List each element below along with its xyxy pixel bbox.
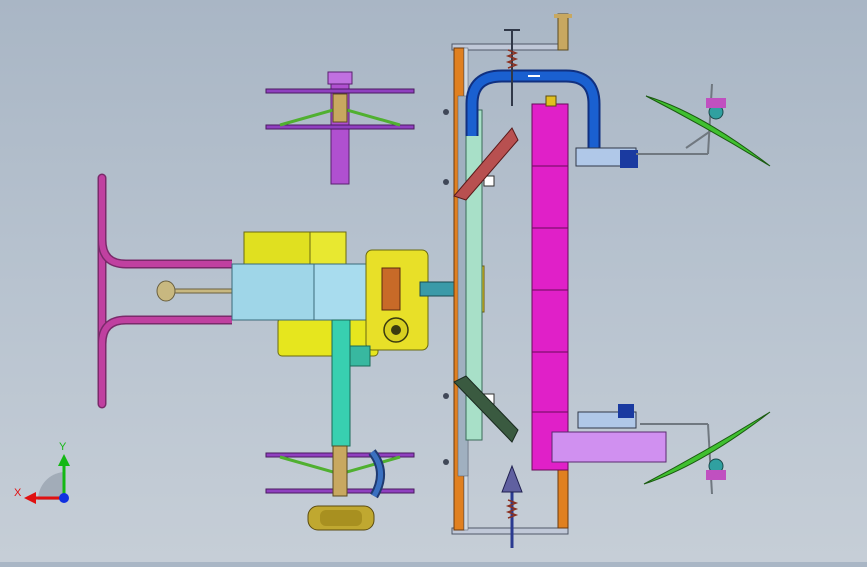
tension-screws (501, 29, 523, 548)
bottom-tine-assembly (265, 445, 415, 499)
z-axis-dot (59, 493, 69, 503)
assembly-drawing (24, 13, 771, 548)
upper-blade (645, 95, 771, 167)
coordinate-triad (24, 454, 70, 504)
deck-plate (551, 431, 667, 463)
cad-viewport[interactable]: X Y (0, 0, 867, 562)
y-axis-label: Y (59, 441, 67, 453)
roller-drum (531, 95, 569, 471)
x-axis-label: X (14, 487, 22, 499)
top-tine-assembly (265, 71, 415, 185)
engine-block (231, 231, 429, 357)
wheel (307, 505, 375, 531)
